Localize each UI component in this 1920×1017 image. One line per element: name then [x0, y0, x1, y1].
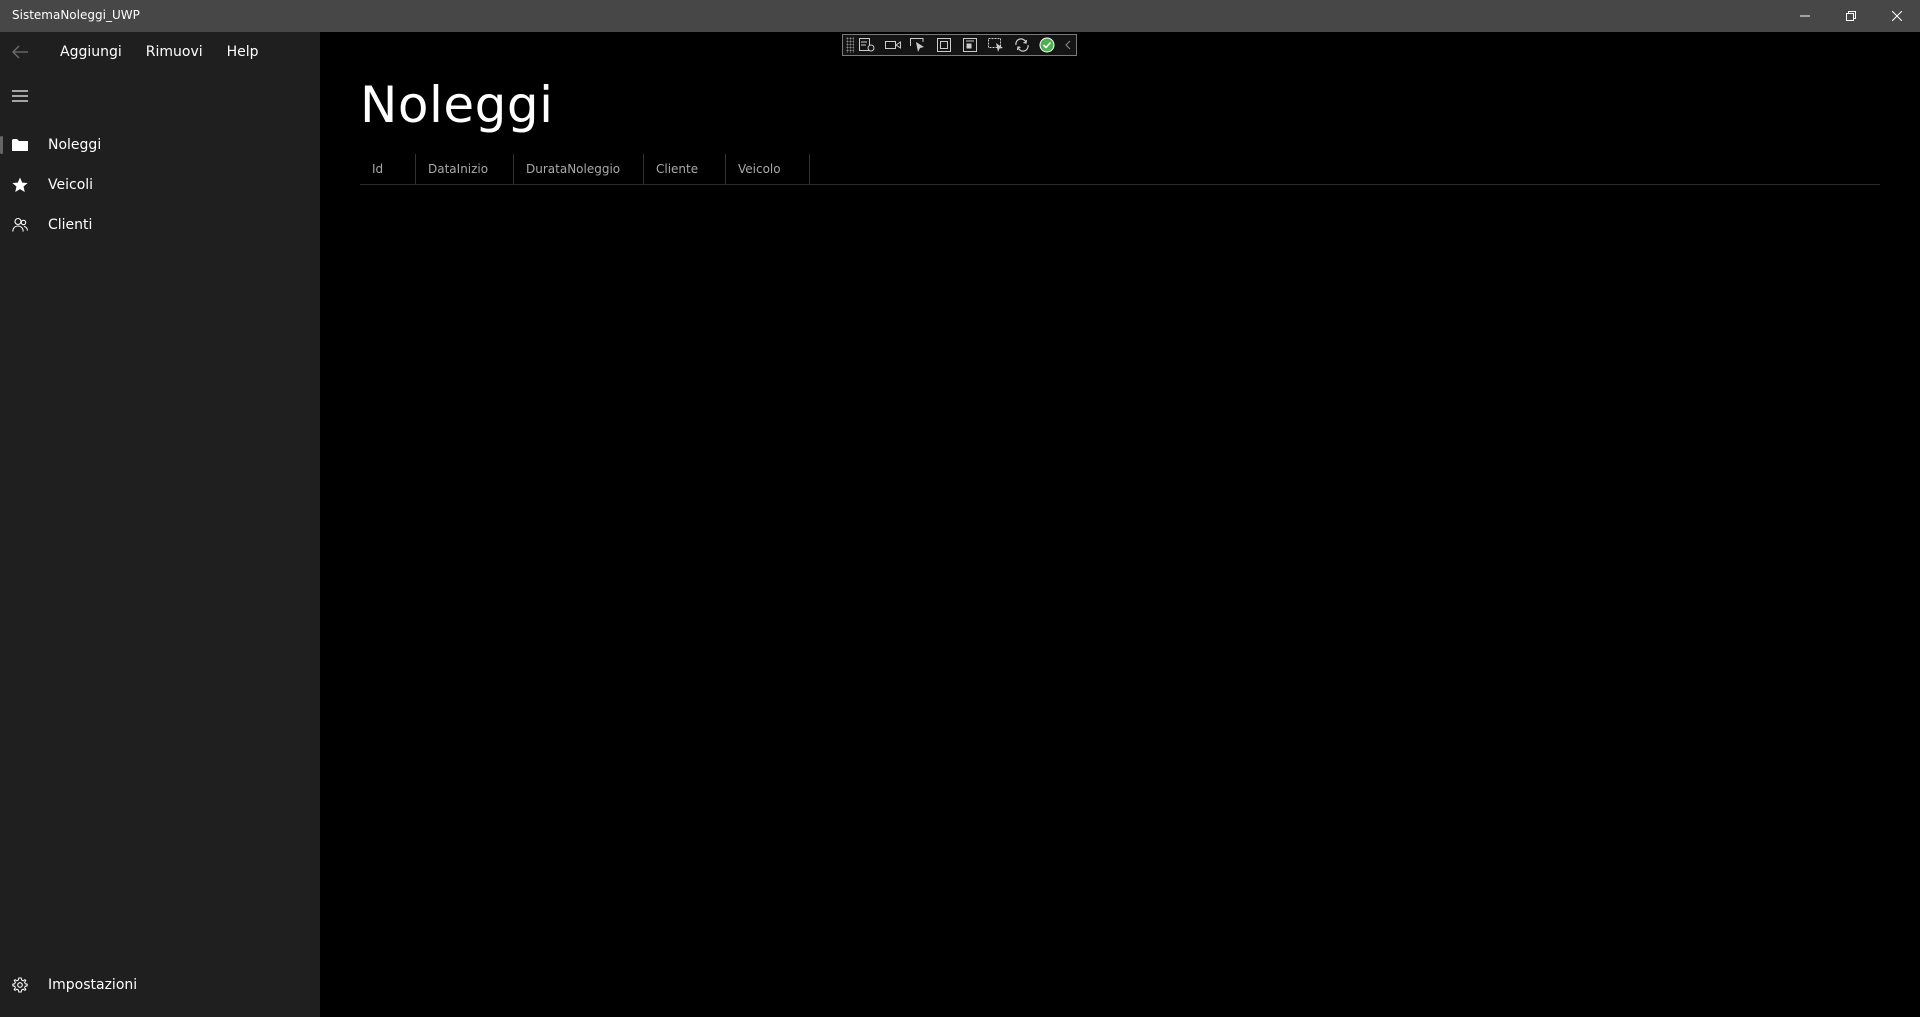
collapse-chevron-icon: [1065, 40, 1071, 50]
nav-item-veicoli[interactable]: Veicoli: [0, 165, 320, 205]
star-icon: [0, 165, 40, 205]
track-focus-icon: [962, 38, 977, 52]
people-icon: [0, 205, 40, 245]
back-button[interactable]: [0, 32, 40, 72]
select-element-button[interactable]: [906, 35, 932, 55]
column-header-cliente[interactable]: Cliente: [644, 154, 726, 184]
back-arrow-icon: [12, 45, 28, 59]
close-button[interactable]: [1874, 0, 1920, 32]
column-header-id[interactable]: Id: [360, 154, 416, 184]
menu-bar: Aggiungi Rimuovi Help: [48, 32, 271, 72]
restore-icon: [1846, 11, 1856, 21]
menu-help[interactable]: Help: [215, 32, 271, 72]
nav-label-clienti: Clienti: [48, 217, 93, 233]
video-icon: [884, 41, 901, 49]
select-element-icon: [910, 38, 925, 52]
restore-button[interactable]: [1828, 0, 1874, 32]
debug-toolbar: [842, 34, 1077, 56]
preview-selection-icon: [987, 38, 1003, 52]
close-icon: [1892, 11, 1902, 21]
preview-selection-button[interactable]: [983, 35, 1009, 55]
navigation-pane: Aggiungi Rimuovi Help Noleggi Veicoli Cl…: [0, 32, 320, 1017]
hot-reload-button[interactable]: [1009, 35, 1035, 55]
minimize-icon: [1800, 15, 1810, 17]
column-header-datainizio[interactable]: DataInizio: [416, 154, 514, 184]
menu-rimuovi[interactable]: Rimuovi: [134, 32, 215, 72]
toolbar-grip[interactable]: [846, 37, 854, 53]
column-header-duratanoleggio[interactable]: DurataNoleggio: [514, 154, 644, 184]
track-focus-button[interactable]: [957, 35, 983, 55]
selection-indicator: [0, 136, 3, 154]
hamburger-button[interactable]: [0, 76, 40, 116]
nav-label-impostazioni: Impostazioni: [48, 977, 138, 993]
nav-label-veicoli: Veicoli: [48, 177, 94, 193]
content-area: Noleggi Id DataInizio DurataNoleggio Cli…: [320, 32, 1920, 1017]
collapse-toolbar-button[interactable]: [1060, 35, 1076, 55]
status-ok-indicator[interactable]: [1034, 35, 1060, 55]
column-header-veicolo[interactable]: Veicolo: [726, 154, 810, 184]
hamburger-icon: [12, 90, 28, 102]
page-title: Noleggi: [360, 76, 554, 134]
live-visual-tree-icon: [858, 38, 875, 52]
nav-label-noleggi: Noleggi: [48, 137, 102, 153]
nav-item-noleggi[interactable]: Noleggi: [0, 125, 320, 165]
video-button[interactable]: [880, 35, 906, 55]
nav-item-impostazioni[interactable]: Impostazioni: [0, 965, 320, 1005]
minimize-button[interactable]: [1782, 0, 1828, 32]
title-bar: SistemaNoleggi_UWP: [0, 0, 1920, 32]
hot-reload-icon: [1014, 38, 1029, 52]
display-layout-adorners-button[interactable]: [931, 35, 957, 55]
window-title: SistemaNoleggi_UWP: [12, 8, 140, 22]
display-layout-adorners-icon: [937, 38, 952, 52]
data-grid-header: Id DataInizio DurataNoleggio Cliente Vei…: [360, 154, 1880, 185]
status-ok-icon: [1039, 37, 1055, 53]
menu-aggiungi[interactable]: Aggiungi: [48, 32, 134, 72]
nav-item-clienti[interactable]: Clienti: [0, 205, 320, 245]
gear-icon: [0, 965, 40, 1005]
live-visual-tree-button[interactable]: [854, 35, 880, 55]
folder-icon: [0, 125, 40, 165]
